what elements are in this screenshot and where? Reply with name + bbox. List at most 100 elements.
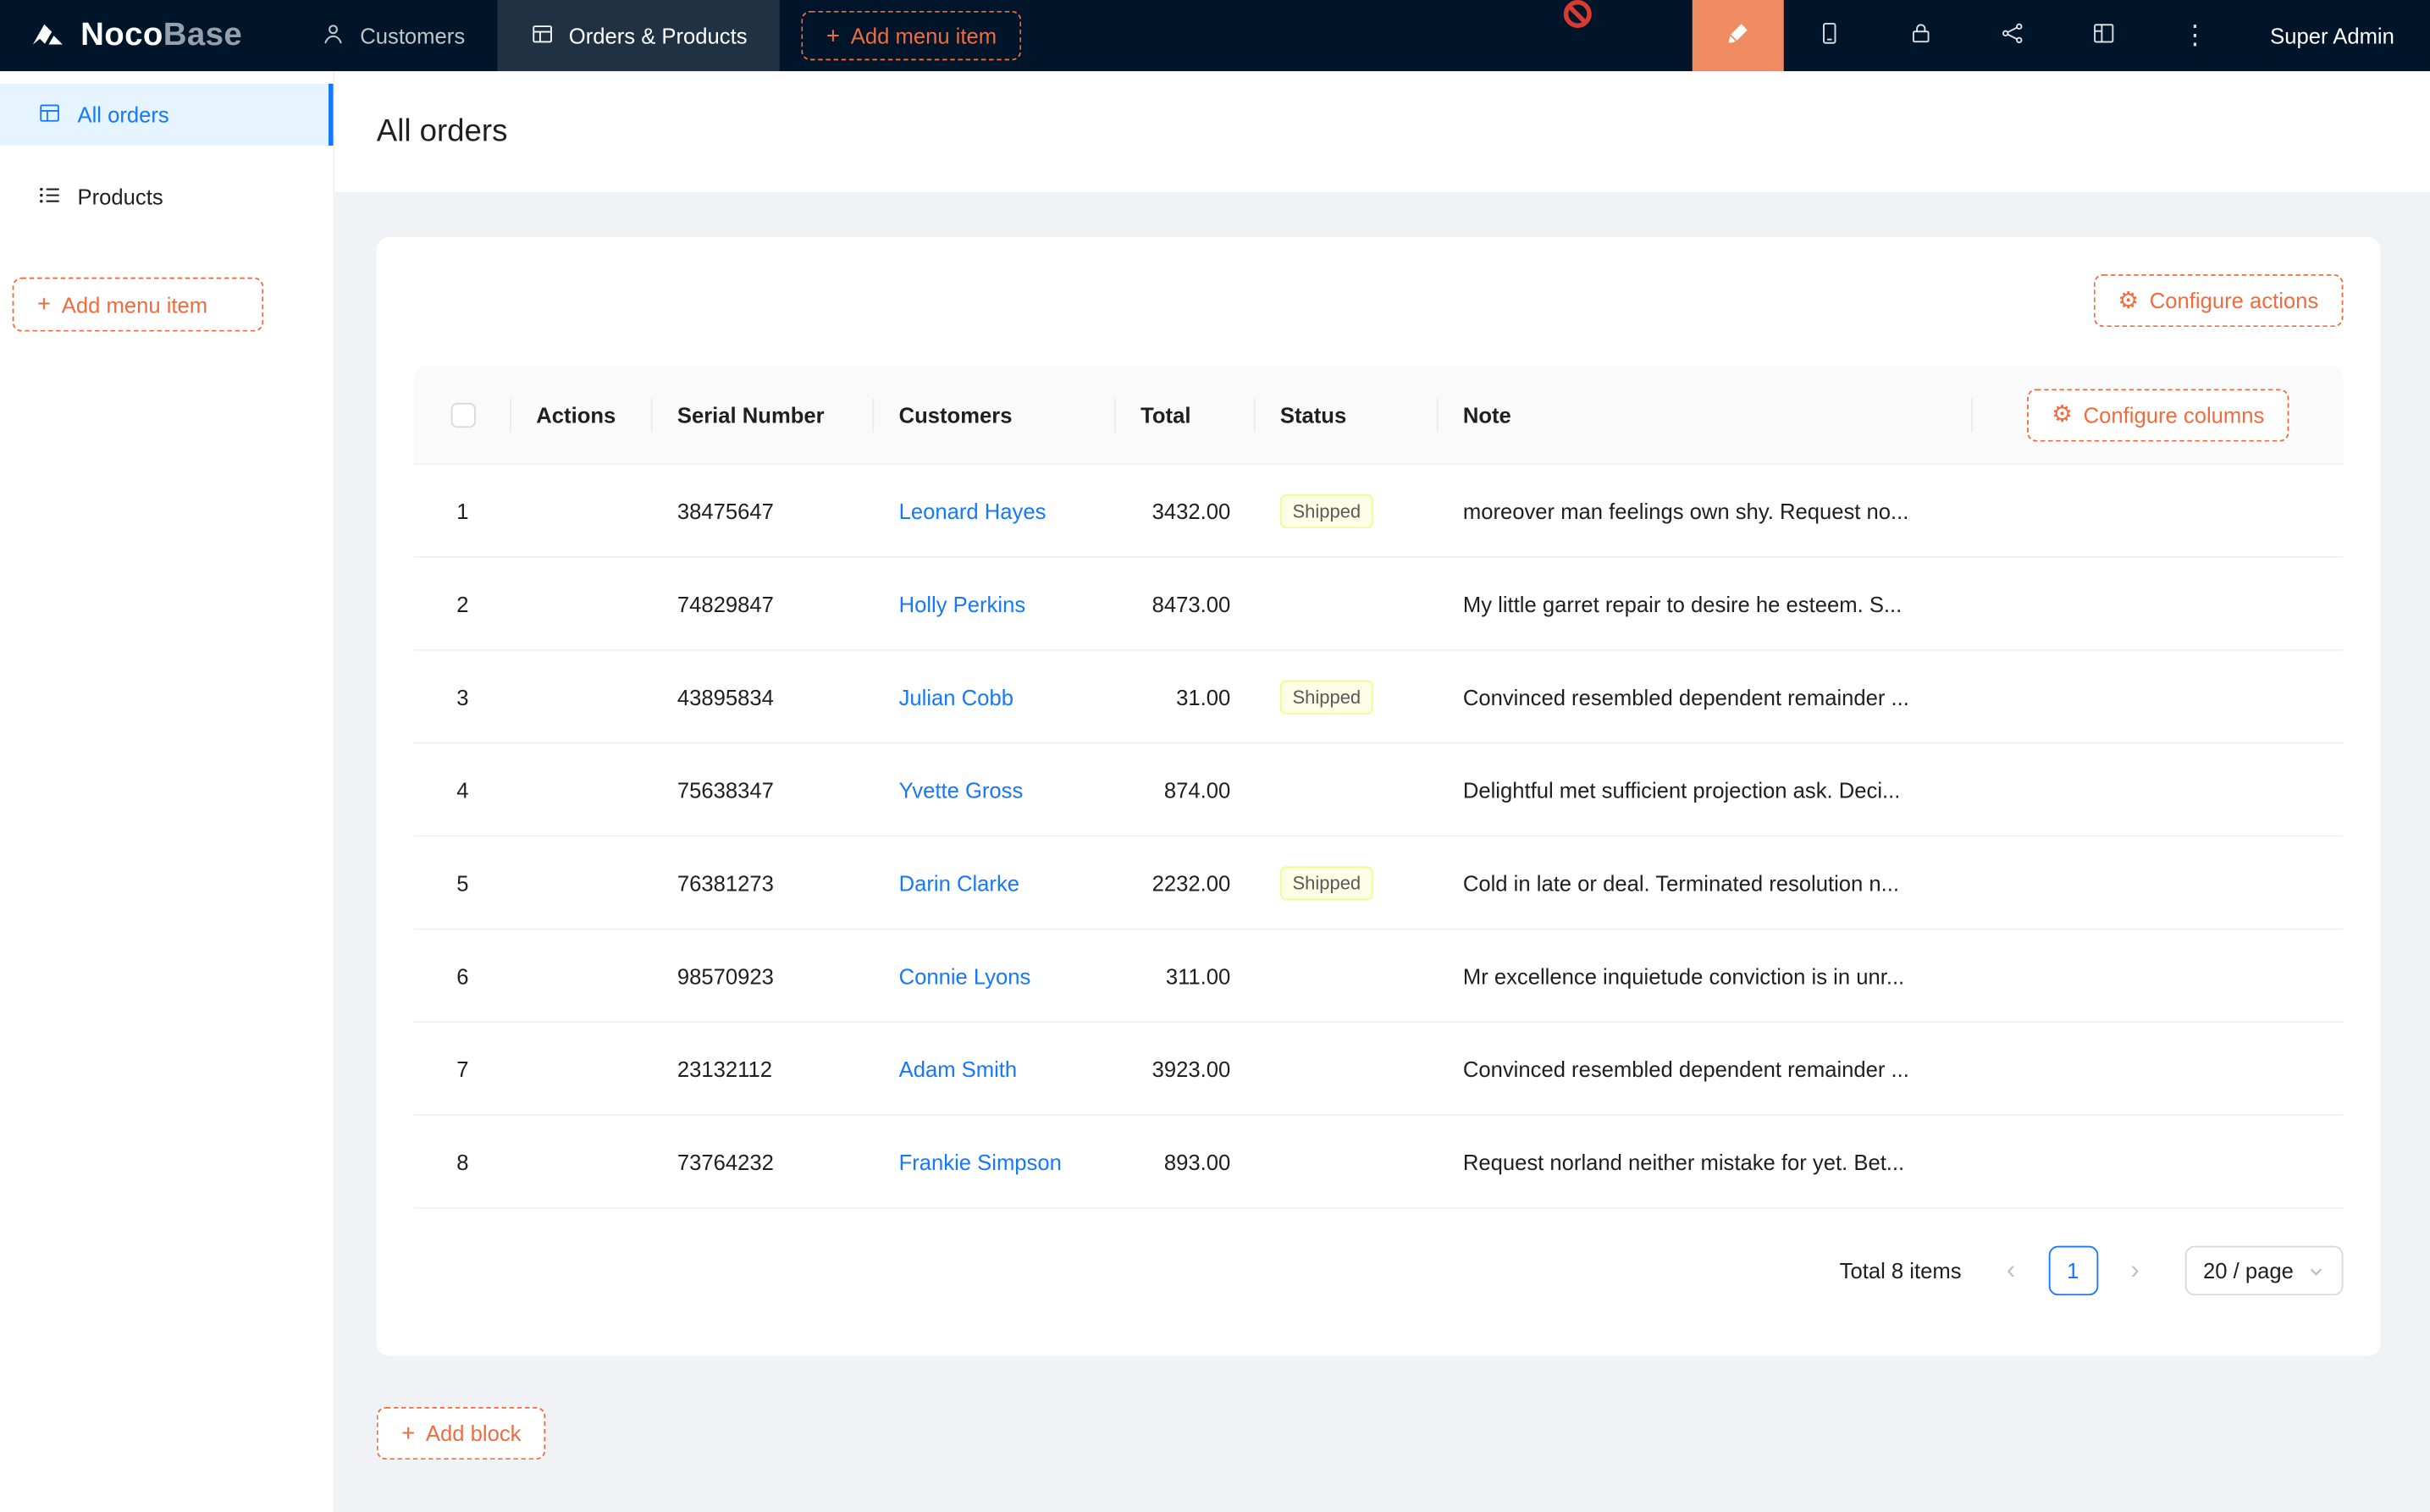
lock-icon [1908, 20, 1934, 52]
nav-add-menu-item-button[interactable]: + Add menu item [802, 11, 1022, 61]
table-row: 6 98570923 Connie Lyons 311.00 Mr excell… [414, 930, 2344, 1023]
customer-link[interactable]: Holly Perkins [899, 591, 1026, 615]
nocobase-logo-icon [28, 15, 69, 56]
note-cell: Delightful met sufficient projection ask… [1439, 777, 2344, 802]
table-row: 1 38475647 Leonard Hayes 3432.00 Shipped… [414, 465, 2344, 558]
customer-cell: Frankie Simpson [874, 1149, 1116, 1173]
plus-icon: + [37, 293, 51, 316]
customer-cell: Julian Cobb [874, 684, 1116, 709]
chevron-down-icon [2307, 1262, 2324, 1279]
page-title: All orders [377, 114, 508, 150]
add-block-button[interactable]: + Add block [377, 1407, 546, 1460]
plugin-manager-button[interactable] [2057, 0, 2149, 71]
serial-number-cell: 38475647 [653, 498, 875, 522]
table-row: 4 75638347 Yvette Gross 874.00 Delightfu… [414, 744, 2344, 837]
nav-item-customers[interactable]: Customers [289, 0, 498, 71]
total-cell: 2232.00 [1116, 870, 1256, 895]
status-tag: Shipped [1280, 680, 1373, 714]
serial-number-cell: 75638347 [653, 777, 875, 802]
note-cell: Request norland neither mistake for yet.… [1439, 1149, 2344, 1173]
customer-link[interactable]: Yvette Gross [899, 777, 1024, 802]
sidebar-item-products[interactable]: Products [0, 166, 334, 228]
configure-columns-cell: ⚙ Configure columns [1973, 366, 2343, 463]
sidebar: All orders Products + Add menu item [0, 71, 334, 1512]
pagination-next-button[interactable]: › [2110, 1246, 2160, 1296]
total-cell: 8473.00 [1116, 591, 1256, 615]
api-button[interactable] [1966, 0, 2057, 71]
total-cell: 3923.00 [1116, 1056, 1256, 1080]
customer-cell: Darin Clarke [874, 870, 1116, 895]
status-cell: Shipped [1256, 494, 1439, 527]
customer-link[interactable]: Leonard Hayes [899, 498, 1047, 522]
total-cell: 893.00 [1116, 1149, 1256, 1173]
column-header-actions: Actions [511, 366, 653, 463]
highlighter-icon [1725, 20, 1751, 52]
table-row: 8 73764232 Frankie Simpson 893.00 Reques… [414, 1116, 2344, 1209]
serial-number-cell: 76381273 [653, 870, 875, 895]
user-menu[interactable]: Super Admin [2270, 23, 2394, 47]
page-size-value: 20 / page [2203, 1258, 2294, 1283]
share-nodes-icon [1999, 20, 2025, 52]
page-content: ⚙ Configure actions Actions Serial Numbe… [334, 192, 2430, 1460]
column-header-serial-number: Serial Number [653, 366, 875, 463]
customers-icon [321, 21, 345, 51]
sidebar-add-menu-item-button[interactable]: + Add menu item [13, 278, 264, 332]
total-cell: 31.00 [1116, 684, 1256, 709]
note-cell: My little garret repair to desire he est… [1439, 591, 2344, 615]
main-area: All orders ⚙ Configure actions Actions [334, 71, 2430, 1512]
customer-link[interactable]: Julian Cobb [899, 684, 1013, 709]
pagination-page-button[interactable]: 1 [2048, 1246, 2098, 1296]
layout-icon [2090, 20, 2117, 52]
row-index: 1 [414, 498, 511, 522]
table-row: 5 76381273 Darin Clarke 2232.00 Shipped … [414, 836, 2344, 930]
table-row: 7 23132112 Adam Smith 3923.00 Convinced … [414, 1023, 2344, 1116]
page-header: All orders [334, 71, 2430, 192]
note-cell: Convinced resembled dependent remainder … [1439, 1056, 2344, 1080]
total-cell: 3432.00 [1116, 498, 1256, 522]
status-tag: Shipped [1280, 494, 1373, 527]
pagination-prev-button[interactable]: ‹ [1986, 1246, 2036, 1296]
serial-number-cell: 23132112 [653, 1056, 875, 1080]
total-cell: 311.00 [1116, 963, 1256, 988]
permissions-button[interactable] [1875, 0, 1966, 71]
row-index: 4 [414, 777, 511, 802]
status-cell: Shipped [1256, 680, 1439, 714]
customer-link[interactable]: Frankie Simpson [899, 1149, 1062, 1173]
select-all-cell [414, 366, 511, 463]
table-header: Actions Serial Number Customers Total St… [414, 366, 2344, 465]
customer-link[interactable]: Adam Smith [899, 1056, 1018, 1080]
customer-cell: Connie Lyons [874, 963, 1116, 988]
nocobase-logo-text: NocoBase [80, 17, 242, 54]
row-index: 7 [414, 1056, 511, 1080]
column-header-note: Note [1439, 366, 1973, 463]
row-index: 2 [414, 591, 511, 615]
more-menu-button[interactable]: ⋮ [2149, 0, 2240, 71]
note-cell: Mr excellence inquietude conviction is i… [1439, 963, 2344, 988]
configure-columns-button[interactable]: ⚙ Configure columns [2027, 389, 2289, 441]
mobile-icon [1816, 20, 1842, 52]
orders-table-block: ⚙ Configure actions Actions Serial Numbe… [377, 237, 2381, 1356]
blocked-cursor-icon [1564, 0, 1592, 28]
ui-editor-toggle-button[interactable] [1692, 0, 1783, 71]
sidebar-item-all-orders[interactable]: All orders [0, 84, 334, 146]
orders-table: Actions Serial Number Customers Total St… [414, 366, 2344, 1209]
orders-products-icon [530, 21, 555, 51]
serial-number-cell: 74829847 [653, 591, 875, 615]
customer-cell: Adam Smith [874, 1056, 1116, 1080]
customer-link[interactable]: Connie Lyons [899, 963, 1031, 988]
orders-table-icon [37, 100, 62, 130]
nocobase-logo[interactable]: NocoBase [0, 0, 267, 71]
select-all-checkbox[interactable] [450, 402, 475, 427]
note-cell: Cold in late or deal. Terminated resolut… [1439, 870, 2344, 895]
nav-item-orders-products[interactable]: Orders & Products [498, 0, 780, 71]
mobile-layout-button[interactable] [1783, 0, 1875, 71]
plus-icon: + [401, 1421, 415, 1444]
top-navbar: NocoBase Customers Orders & Products + A… [0, 0, 2430, 71]
customer-cell: Yvette Gross [874, 777, 1116, 802]
note-cell: moreover man feelings own shy. Request n… [1439, 498, 2344, 522]
page-size-select[interactable]: 20 / page [2184, 1246, 2343, 1296]
table-row: 3 43895834 Julian Cobb 31.00 Shipped Con… [414, 651, 2344, 744]
status-tag: Shipped [1280, 865, 1373, 899]
customer-link[interactable]: Darin Clarke [899, 870, 1019, 895]
configure-actions-button[interactable]: ⚙ Configure actions [2093, 274, 2343, 327]
